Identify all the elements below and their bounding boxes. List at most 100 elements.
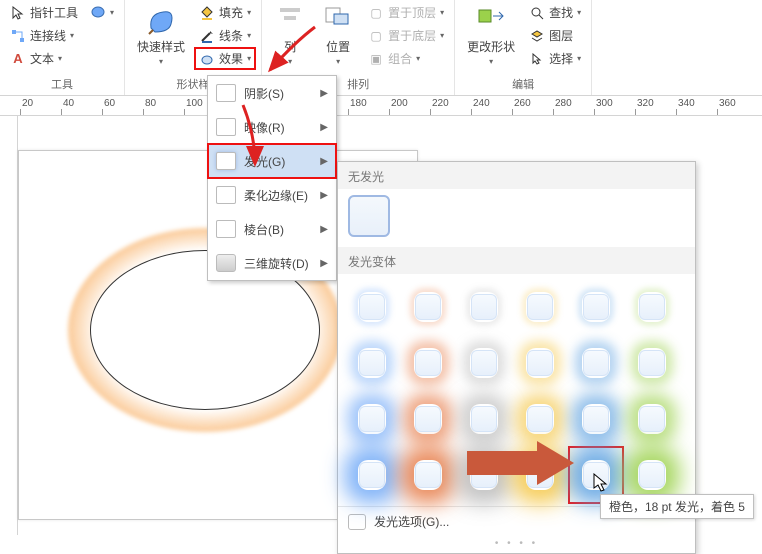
glow-swatch[interactable] bbox=[572, 282, 620, 332]
change-shape-icon bbox=[475, 4, 507, 36]
glow-swatch[interactable] bbox=[404, 450, 452, 500]
ruler-tick-label: 100 bbox=[186, 98, 203, 109]
submenu-arrow-icon: ▶ bbox=[320, 224, 328, 235]
glow-swatch[interactable] bbox=[348, 450, 396, 500]
submenu-arrow-icon: ▶ bbox=[320, 156, 328, 167]
glow-swatch[interactable] bbox=[628, 282, 676, 332]
text-icon: A bbox=[10, 51, 26, 67]
fill-label: 填充 bbox=[219, 4, 243, 21]
effects-dropdown: 阴影(S) ▶ 映像(R) ▶ 发光(G) ▶ 柔化边缘(E) ▶ 棱台(B) … bbox=[207, 75, 337, 281]
chevron-down-icon: ▾ bbox=[489, 57, 493, 66]
layers-label: 图层 bbox=[549, 27, 573, 44]
glow-swatch[interactable] bbox=[628, 338, 676, 388]
chevron-down-icon: ▾ bbox=[577, 54, 581, 63]
ruler-tick-label: 80 bbox=[145, 98, 156, 109]
glow-swatch[interactable] bbox=[460, 338, 508, 388]
ribbon: 指针工具 连接线 ▾ A 文本 ▾ ▾ 工具 bbox=[0, 0, 762, 96]
chevron-down-icon: ▾ bbox=[70, 31, 74, 40]
menu-item-glow[interactable]: 发光(G) ▶ bbox=[208, 144, 336, 178]
horizontal-ruler: 2040608010012014016018020022024026028030… bbox=[0, 96, 762, 116]
menu-label: 映像(R) bbox=[244, 119, 285, 136]
menu-label: 三维旋转(D) bbox=[244, 255, 309, 272]
group-label-shape-style: 形状样 bbox=[177, 74, 210, 95]
glow-swatch[interactable] bbox=[516, 394, 564, 444]
group-label-tools: 工具 bbox=[51, 74, 73, 95]
ruler-tick-label: 340 bbox=[678, 98, 695, 109]
glow-swatch[interactable] bbox=[572, 394, 620, 444]
group-icon: ▣ bbox=[368, 51, 384, 67]
find-button[interactable]: 查找 ▾ bbox=[525, 2, 585, 23]
glow-swatch[interactable] bbox=[404, 282, 452, 332]
effect-button[interactable]: 效果 ▾ bbox=[195, 48, 255, 69]
change-shape-button[interactable]: 更改形状 ▾ bbox=[461, 2, 521, 68]
chevron-down-icon: ▾ bbox=[288, 57, 292, 66]
ruler-tick-label: 240 bbox=[473, 98, 490, 109]
glow-swatch[interactable] bbox=[460, 282, 508, 332]
layers-icon bbox=[529, 28, 545, 44]
effect-label: 效果 bbox=[219, 50, 243, 67]
glow-swatch[interactable] bbox=[404, 394, 452, 444]
glow-swatch[interactable] bbox=[348, 394, 396, 444]
glow-swatch[interactable] bbox=[628, 394, 676, 444]
glow-swatch[interactable] bbox=[516, 282, 564, 332]
ruler-tick-label: 260 bbox=[514, 98, 531, 109]
glow-swatch[interactable] bbox=[628, 450, 676, 500]
ribbon-group-tools: 指针工具 连接线 ▾ A 文本 ▾ ▾ 工具 bbox=[0, 0, 125, 95]
text-tool[interactable]: A 文本 ▾ bbox=[6, 48, 82, 69]
reflection-icon bbox=[216, 118, 236, 136]
send-back-button[interactable]: ▢ 置于底层 ▾ bbox=[364, 25, 448, 46]
group-button[interactable]: ▣ 组合 ▾ bbox=[364, 48, 448, 69]
glow-icon bbox=[216, 152, 236, 170]
ruler-tick-label: 320 bbox=[637, 98, 654, 109]
ruler-tick-label: 180 bbox=[350, 98, 367, 109]
shape-picker[interactable]: ▾ bbox=[86, 2, 118, 22]
submenu-arrow-icon: ▶ bbox=[320, 122, 328, 133]
glow-swatch[interactable] bbox=[348, 338, 396, 388]
chevron-down-icon: ▾ bbox=[247, 54, 251, 63]
menu-item-soft-edges[interactable]: 柔化边缘(E) ▶ bbox=[208, 178, 336, 212]
no-glow-swatch[interactable] bbox=[348, 195, 390, 237]
menu-item-3d-rotation[interactable]: 三维旋转(D) ▶ bbox=[208, 246, 336, 280]
ruler-tick-label: 200 bbox=[391, 98, 408, 109]
bevel-icon bbox=[216, 220, 236, 238]
align-button[interactable]: 列 ▾ bbox=[268, 2, 312, 68]
select-icon bbox=[529, 51, 545, 67]
rotation-3d-icon bbox=[216, 254, 236, 272]
menu-label: 阴影(S) bbox=[244, 85, 284, 102]
group-btn-label: 组合 bbox=[388, 50, 412, 67]
submenu-arrow-icon: ▶ bbox=[320, 258, 328, 269]
soft-edges-icon bbox=[216, 186, 236, 204]
glow-swatch[interactable] bbox=[460, 394, 508, 444]
pointer-tool[interactable]: 指针工具 bbox=[6, 2, 82, 23]
layers-button[interactable]: 图层 bbox=[525, 25, 585, 46]
connector-tool[interactable]: 连接线 ▾ bbox=[6, 25, 82, 46]
send-back-icon: ▢ bbox=[368, 28, 384, 44]
glow-swatch[interactable] bbox=[516, 338, 564, 388]
menu-label: 棱台(B) bbox=[244, 221, 284, 238]
chevron-down-icon: ▾ bbox=[247, 8, 251, 17]
glow-swatch[interactable] bbox=[348, 282, 396, 332]
line-button[interactable]: 线条 ▾ bbox=[195, 25, 255, 46]
line-label: 线条 bbox=[219, 27, 243, 44]
align-label: 列 bbox=[284, 38, 296, 55]
line-icon bbox=[199, 28, 215, 44]
position-button[interactable]: 位置 ▾ bbox=[316, 2, 360, 68]
group-label-edit: 编辑 bbox=[512, 74, 534, 95]
send-back-label: 置于底层 bbox=[388, 27, 436, 44]
menu-item-bevel[interactable]: 棱台(B) ▶ bbox=[208, 212, 336, 246]
resize-grip-icon[interactable]: • • • • bbox=[338, 536, 695, 549]
quick-style-button[interactable]: 快速样式 ▾ bbox=[131, 2, 191, 68]
ruler-tick-label: 40 bbox=[63, 98, 74, 109]
fill-button[interactable]: 填充 ▾ bbox=[195, 2, 255, 23]
glow-swatch[interactable] bbox=[404, 338, 452, 388]
ruler-tick-label: 360 bbox=[719, 98, 736, 109]
menu-item-shadow[interactable]: 阴影(S) ▶ bbox=[208, 76, 336, 110]
bring-front-button[interactable]: ▢ 置于顶层 ▾ bbox=[364, 2, 448, 23]
select-button[interactable]: 选择 ▾ bbox=[525, 48, 585, 69]
find-label: 查找 bbox=[549, 4, 573, 21]
glow-options-icon bbox=[348, 514, 366, 530]
menu-item-reflection[interactable]: 映像(R) ▶ bbox=[208, 110, 336, 144]
group-label-arrange: 排列 bbox=[347, 74, 369, 95]
glow-swatch[interactable] bbox=[572, 338, 620, 388]
chevron-down-icon: ▾ bbox=[440, 8, 444, 17]
